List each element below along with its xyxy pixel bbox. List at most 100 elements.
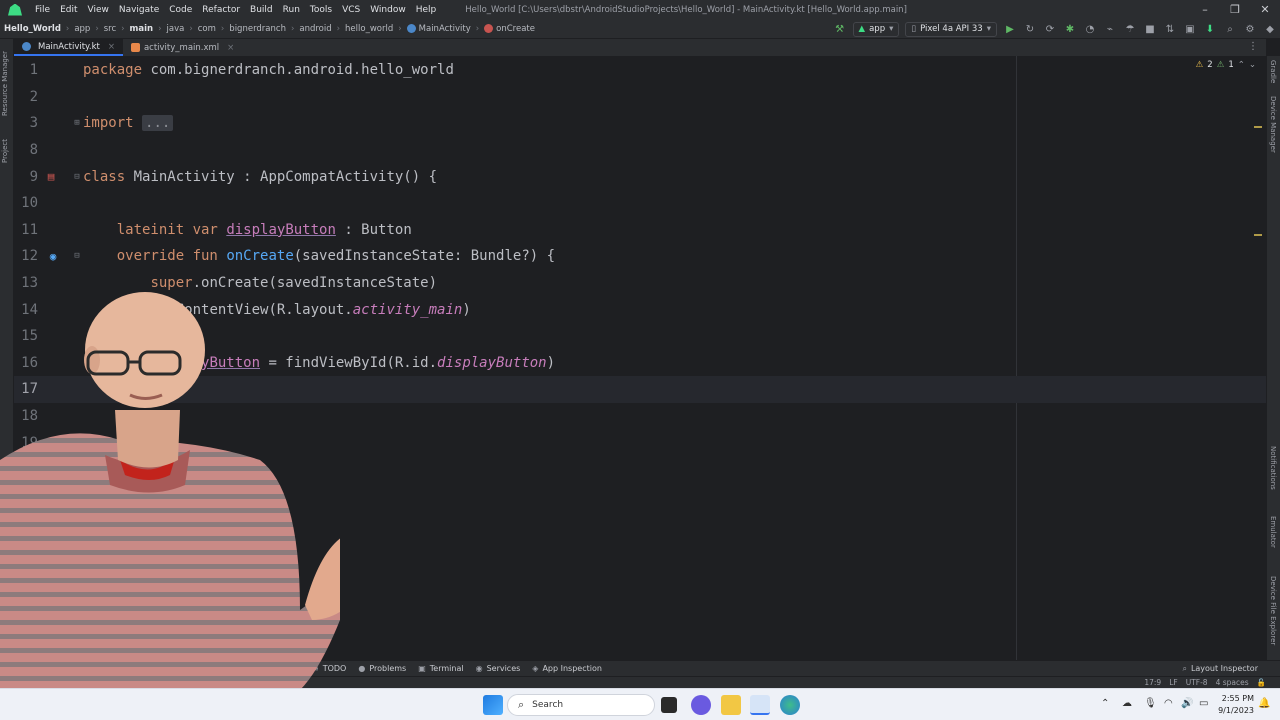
breadcrumb-hello-world[interactable]: hello_world [341,24,397,34]
coverage-icon[interactable]: ☂ [1123,22,1137,36]
breadcrumb-bignerdranch[interactable]: bignerdranch [225,24,290,34]
layout-inspector-tool-button[interactable]: ⌕ Layout Inspector [1182,664,1258,674]
breadcrumb-main[interactable]: main [126,24,158,34]
caret-position[interactable]: 17:9 [1144,678,1161,687]
debug-icon[interactable]: ✱ [1063,22,1077,36]
navigation-bar: Hello_World › app › src › main › java › com › … [0,19,1280,39]
override-icon[interactable]: ◉ [46,249,60,263]
taskbar-search[interactable]: ⌕ Search [507,694,655,716]
chevron-up-icon[interactable]: ⌃ [1101,698,1109,709]
line-number: 12 [21,248,38,265]
menu-help[interactable]: Help [411,5,442,15]
code-token: package [83,62,143,79]
windows-start-icon[interactable] [483,695,503,715]
indent-setting[interactable]: 4 spaces [1216,678,1249,687]
sdk-manager-icon[interactable]: ⬇ [1203,22,1217,36]
terminal-tool-button[interactable]: ▣ Terminal [418,664,463,673]
services-tool-button[interactable]: ◉ Services [476,664,521,673]
menu-build[interactable]: Build [245,5,278,15]
menu-view[interactable]: View [83,5,114,15]
teams-chat-icon[interactable] [691,695,711,715]
line-separator[interactable]: LF [1169,678,1178,687]
tab-options-icon[interactable]: ⋮ [1248,41,1258,52]
breadcrumb-src[interactable]: src [100,24,120,34]
file-explorer-icon[interactable] [721,695,741,715]
line-number: 10 [21,195,38,212]
device-dropdown[interactable]: ▯ Pixel 4a API 33 ▾ [905,21,997,37]
stop-icon[interactable]: ■ [1143,22,1157,36]
sync-gradle-icon[interactable]: ⇅ [1163,22,1177,36]
attach-debugger-icon[interactable]: ⌁ [1103,22,1117,36]
close-tab-icon[interactable]: × [227,43,234,53]
main-toolbar: ⚒ ▲ app ▾ ▯ Pixel 4a API 33 ▾ ▶ ↻ ⟳ ✱ ◔ ⌁ ☂ … [830,19,1280,39]
fold-icon[interactable]: ⊟ [70,170,84,184]
breadcrumb-android[interactable]: android [295,24,335,34]
android-studio-logo-icon [8,3,22,16]
breadcrumb-oncreate[interactable]: onCreate [480,24,539,34]
menu-file[interactable]: File [30,5,55,15]
task-view-icon[interactable] [661,697,677,713]
notifications-tab[interactable]: Notifications [1269,446,1277,490]
code-line: 11 lateinit var displayButton : Button [14,217,1266,244]
profile-icon[interactable]: ◔ [1083,22,1097,36]
line-number: 11 [21,221,38,238]
folded-imports[interactable]: ... [142,115,174,132]
tab-mainactivity-kt[interactable]: MainActivity.kt × [14,39,123,56]
close-tab-icon[interactable]: × [108,42,115,52]
code-line: 8 [14,137,1266,164]
run-config-dropdown[interactable]: ▲ app ▾ [852,21,900,37]
edge-browser-icon[interactable] [780,695,800,715]
notification-bell-icon[interactable]: 🔔 [1258,698,1270,709]
battery-icon[interactable]: ▭ [1199,698,1208,709]
minimize-button[interactable]: – [1190,0,1220,19]
wifi-icon[interactable]: ◠ [1164,698,1173,709]
maximize-button[interactable]: ❐ [1220,0,1250,19]
android-icon: ▲ [858,24,866,34]
resource-manager-tab[interactable]: Resource Manager [1,51,9,116]
menu-refactor[interactable]: Refactor [197,5,245,15]
breadcrumb-java[interactable]: java [163,24,189,34]
android-studio-taskbar-icon[interactable] [750,695,770,715]
editor-tab-bar: MainActivity.kt × activity_main.xml × ⋮ [14,39,1266,56]
apply-code-changes-icon[interactable]: ⟳ [1043,22,1057,36]
device-manager-tab[interactable]: Device Manager [1269,96,1277,153]
menu-code[interactable]: Code [164,5,197,15]
system-clock[interactable]: 2:55 PM 9/1/2023 [1218,693,1254,717]
menu-tools[interactable]: Tools [305,5,337,15]
project-tab[interactable]: Project [1,139,9,163]
app-inspection-tool-button[interactable]: ◈ App Inspection [532,664,602,673]
activity-layout-icon[interactable]: ▤ [44,170,58,184]
breadcrumb-mainactivity[interactable]: MainActivity [403,24,475,34]
device-file-explorer-tab[interactable]: Device File Explorer [1269,576,1277,645]
code-token: activity_main [352,301,463,318]
apply-changes-icon[interactable]: ↻ [1023,22,1037,36]
menu-window[interactable]: Window [365,5,411,15]
menu-edit[interactable]: Edit [55,5,82,15]
tab-activity-main-xml[interactable]: activity_main.xml × [123,39,242,56]
fold-icon[interactable]: ⊟ [70,249,84,263]
run-icon[interactable]: ▶ [1003,22,1017,36]
build-hammer-icon[interactable]: ⚒ [833,22,847,36]
ide-logo-icon[interactable]: ◆ [1263,22,1277,36]
lock-icon[interactable]: 🔓 [1257,678,1266,687]
line-number: 3 [29,115,38,132]
close-window-button[interactable]: ✕ [1250,0,1280,19]
file-encoding[interactable]: UTF-8 [1186,678,1208,687]
menu-navigate[interactable]: Navigate [114,5,164,15]
problems-tool-button[interactable]: ● Problems [358,664,406,673]
gradle-tab[interactable]: Gradle [1269,60,1277,83]
menu-vcs[interactable]: VCS [337,5,365,15]
breadcrumb-project[interactable]: Hello_World [0,24,65,34]
microphone-icon[interactable]: 🎙 [1144,698,1157,709]
breadcrumb-com[interactable]: com [194,24,220,34]
fold-icon[interactable]: ⊞ [70,116,84,130]
search-everywhere-icon[interactable]: ⌕ [1223,22,1237,36]
breadcrumb-app[interactable]: app [70,24,94,34]
emulator-tab[interactable]: Emulator [1269,516,1277,548]
volume-icon[interactable]: 🔊 [1181,698,1193,709]
settings-gear-icon[interactable]: ⚙ [1243,22,1257,36]
code-token: displayButton [437,354,547,371]
device-manager-icon[interactable]: ▣ [1183,22,1197,36]
menu-run[interactable]: Run [278,5,305,15]
onedrive-icon[interactable]: ☁ [1122,698,1132,709]
